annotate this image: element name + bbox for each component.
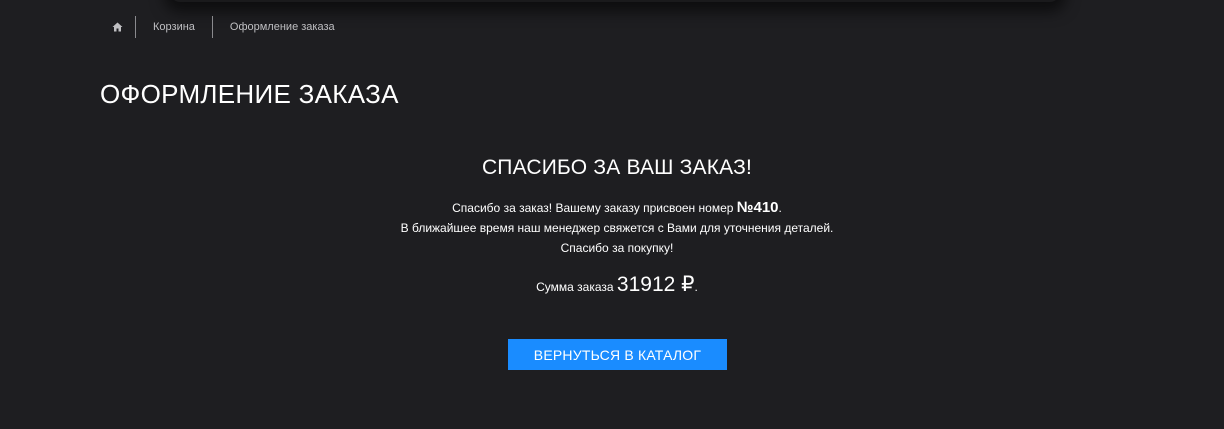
order-number-prefix: Спасибо за заказ! Вашему заказу присвоен… [452, 201, 737, 215]
order-sum-suffix: . [694, 280, 698, 294]
breadcrumb-item-cart[interactable]: Корзина [136, 16, 212, 38]
thanks-for-purchase-line: Спасибо за покупку! [560, 241, 674, 255]
confirmation-message: Спасибо за заказ! Вашему заказу присвоен… [0, 198, 1224, 258]
order-number-suffix: . [778, 201, 782, 215]
order-sum-label: Сумма заказа [536, 280, 617, 294]
order-number: №410 [736, 199, 779, 216]
order-sum-value: 31912 ₽ [616, 273, 695, 296]
order-confirmation: СПАСИБО ЗА ВАШ ЗАКАЗ! Спасибо за заказ! … [0, 156, 1224, 297]
breadcrumb: Корзина Оформление заказа [100, 16, 352, 38]
back-to-catalog-button[interactable]: ВЕРНУТЬСЯ В КАТАЛОГ [508, 339, 727, 370]
breadcrumb-item-checkout: Оформление заказа [229, 21, 335, 33]
thanks-heading: СПАСИБО ЗА ВАШ ЗАКАЗ! [481, 156, 753, 179]
home-icon[interactable] [100, 16, 135, 38]
order-number-line: Спасибо за заказ! Вашему заказу присвоен… [0, 198, 1224, 218]
header-shadow [170, 0, 1060, 2]
page-title: ОФОРМЛЕНИЕ ЗАКАЗА [100, 79, 399, 109]
manager-contact-line: В ближайшее время наш менеджер свяжется … [400, 221, 834, 235]
order-sum-line: Сумма заказа 31912 ₽. [0, 272, 1224, 297]
